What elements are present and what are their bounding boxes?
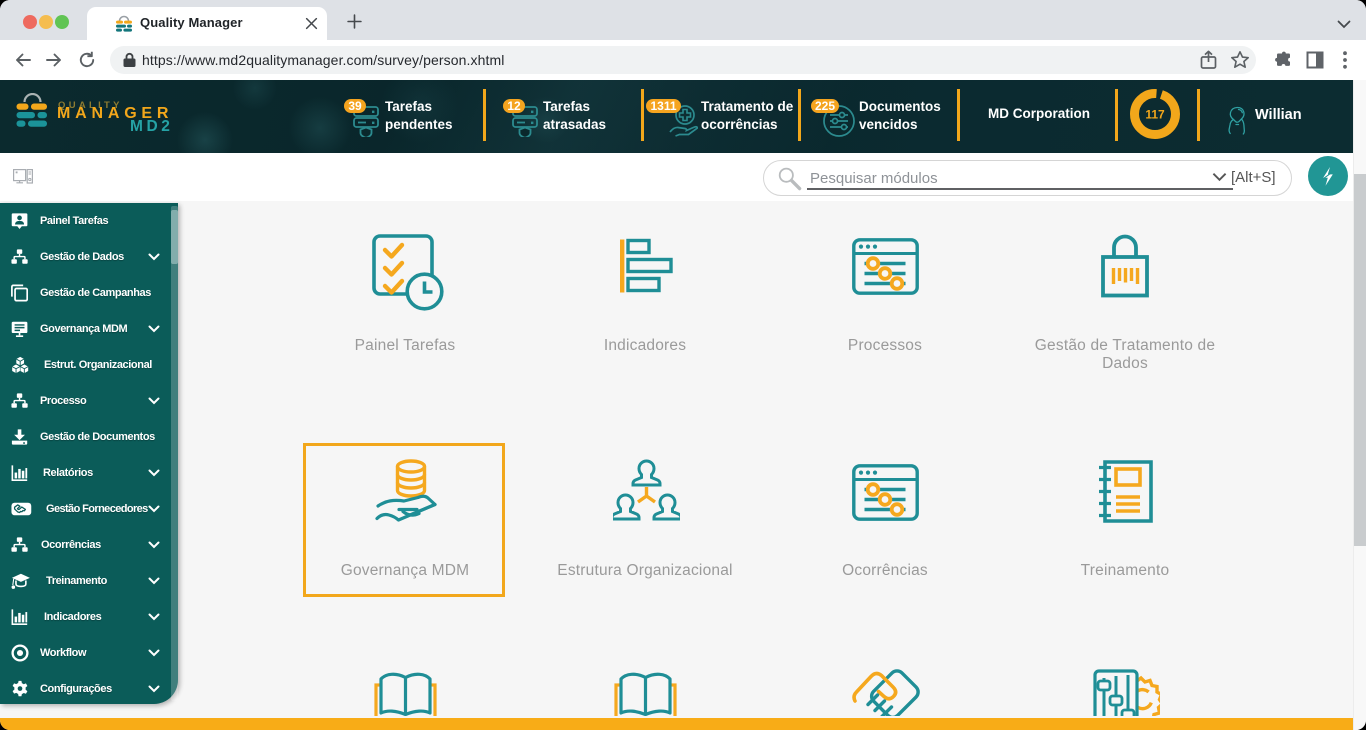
svg-text:117: 117	[1145, 108, 1165, 122]
